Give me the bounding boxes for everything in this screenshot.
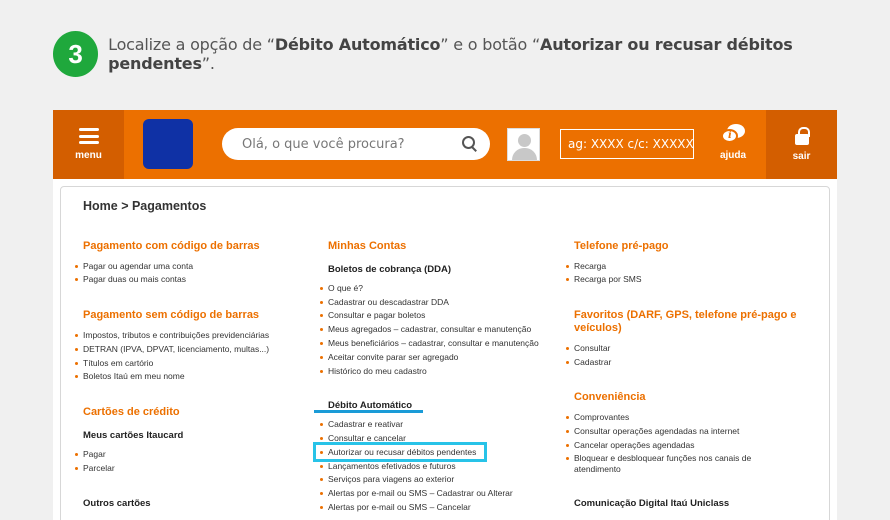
menu-link[interactable]: Histórico do meu cadastro: [320, 366, 427, 377]
menu-link[interactable]: Meus agregados – cadastrar, consultar e …: [320, 324, 531, 335]
chat-help-icon: [721, 124, 745, 144]
menu-link[interactable]: Consultar operações agendadas na interne…: [566, 426, 739, 437]
step-text-bold: Débito Automático: [274, 35, 441, 54]
menu-link[interactable]: Consultar: [566, 343, 610, 354]
section-title: Telefone pré-pago: [574, 240, 669, 252]
step-text-part: Localize a opção de “: [108, 35, 275, 54]
section-title: Cartões de crédito: [83, 406, 180, 418]
step-text: Localize a opção de “Débito Automático” …: [108, 35, 890, 73]
step-instruction: 3 Localize a opção de “Débito Automático…: [53, 31, 890, 77]
menu-link[interactable]: Alertas por e-mail ou SMS – Cancelar: [320, 502, 471, 513]
search-input[interactable]: [242, 136, 462, 152]
step-text-part: ”.: [201, 54, 215, 73]
subsection-title: Comunicação Digital Itaú Uniclass: [574, 498, 730, 509]
menu-label: menu: [75, 150, 102, 161]
logout-label: sair: [792, 151, 811, 162]
step-text-part: ” e o botão “: [440, 35, 541, 54]
menu-link[interactable]: Meus beneficiários – cadastrar, consulta…: [320, 338, 539, 349]
menu-link[interactable]: Impostos, tributos e contribuições previ…: [75, 330, 269, 341]
help-label: ajuda: [719, 150, 747, 161]
highlight-underline: [314, 410, 423, 413]
menu-link[interactable]: Recarga: [566, 261, 606, 272]
menu-link[interactable]: Lançamentos efetivados e futuros: [320, 461, 456, 472]
menu-link[interactable]: Recarga por SMS: [566, 274, 642, 285]
menu-link[interactable]: Pagar ou agendar uma conta: [75, 261, 193, 272]
menu-link[interactable]: Comprovantes: [566, 412, 629, 423]
menu-link[interactable]: Cadastrar e reativar: [320, 419, 403, 430]
user-icon: [518, 134, 531, 147]
avatar[interactable]: [507, 128, 540, 161]
menu-link[interactable]: Serviços para viagens ao exterior: [320, 474, 454, 485]
section-title: Favoritos (DARF, GPS, telefone pré-pago …: [574, 309, 797, 334]
section-title: Pagamento sem código de barras: [83, 309, 260, 321]
menu-link[interactable]: Pagar: [75, 449, 106, 460]
help-button[interactable]: ajuda: [713, 122, 753, 172]
subsection-title: Meus cartões Itaucard: [83, 430, 184, 441]
breadcrumb: Home > Pagamentos: [83, 199, 207, 213]
menu-link[interactable]: O que é?: [320, 283, 363, 294]
search-icon[interactable]: [462, 136, 478, 152]
step-number-badge: 3: [53, 31, 99, 77]
section-title: Minhas Contas: [328, 240, 407, 252]
hamburger-icon: [78, 128, 99, 144]
menu-link[interactable]: Alertas por e-mail ou SMS – Cadastrar ou…: [320, 488, 513, 499]
menu-link[interactable]: Bloquear e desbloquear funções nos canai…: [566, 453, 766, 475]
top-bar: menu ajuda sair: [53, 110, 837, 179]
account-field[interactable]: [560, 129, 694, 159]
logo[interactable]: [143, 119, 193, 169]
search-box[interactable]: [222, 128, 490, 160]
section-title: Pagamento com código de barras: [83, 240, 260, 252]
menu-link[interactable]: Títulos em cartório: [75, 358, 153, 369]
menu-link[interactable]: Cadastrar ou descadastrar DDA: [320, 297, 449, 308]
logout-button[interactable]: sair: [766, 110, 837, 179]
lock-icon: [794, 127, 810, 145]
menu-link[interactable]: Cadastrar: [566, 357, 611, 368]
menu-button[interactable]: menu: [53, 110, 124, 179]
highlight-box: [313, 442, 487, 462]
subsection-title: Outros cartões: [83, 498, 151, 509]
menu-link[interactable]: Parcelar: [75, 463, 115, 474]
menu-link[interactable]: Cancelar operações agendadas: [566, 440, 695, 451]
subsection-title: Boletos de cobrança (DDA): [328, 264, 451, 275]
menu-link[interactable]: DETRAN (IPVA, DPVAT, licenciamento, mult…: [75, 344, 269, 355]
menu-link[interactable]: Consultar e pagar boletos: [320, 310, 425, 321]
menu-link[interactable]: Pagar duas ou mais contas: [75, 274, 186, 285]
account-input[interactable]: [568, 137, 693, 151]
menu-link[interactable]: Aceitar convite parar ser agregado: [320, 352, 458, 363]
section-title: Conveniência: [574, 391, 646, 403]
menu-link[interactable]: Boletos Itaú em meu nome: [75, 371, 185, 382]
